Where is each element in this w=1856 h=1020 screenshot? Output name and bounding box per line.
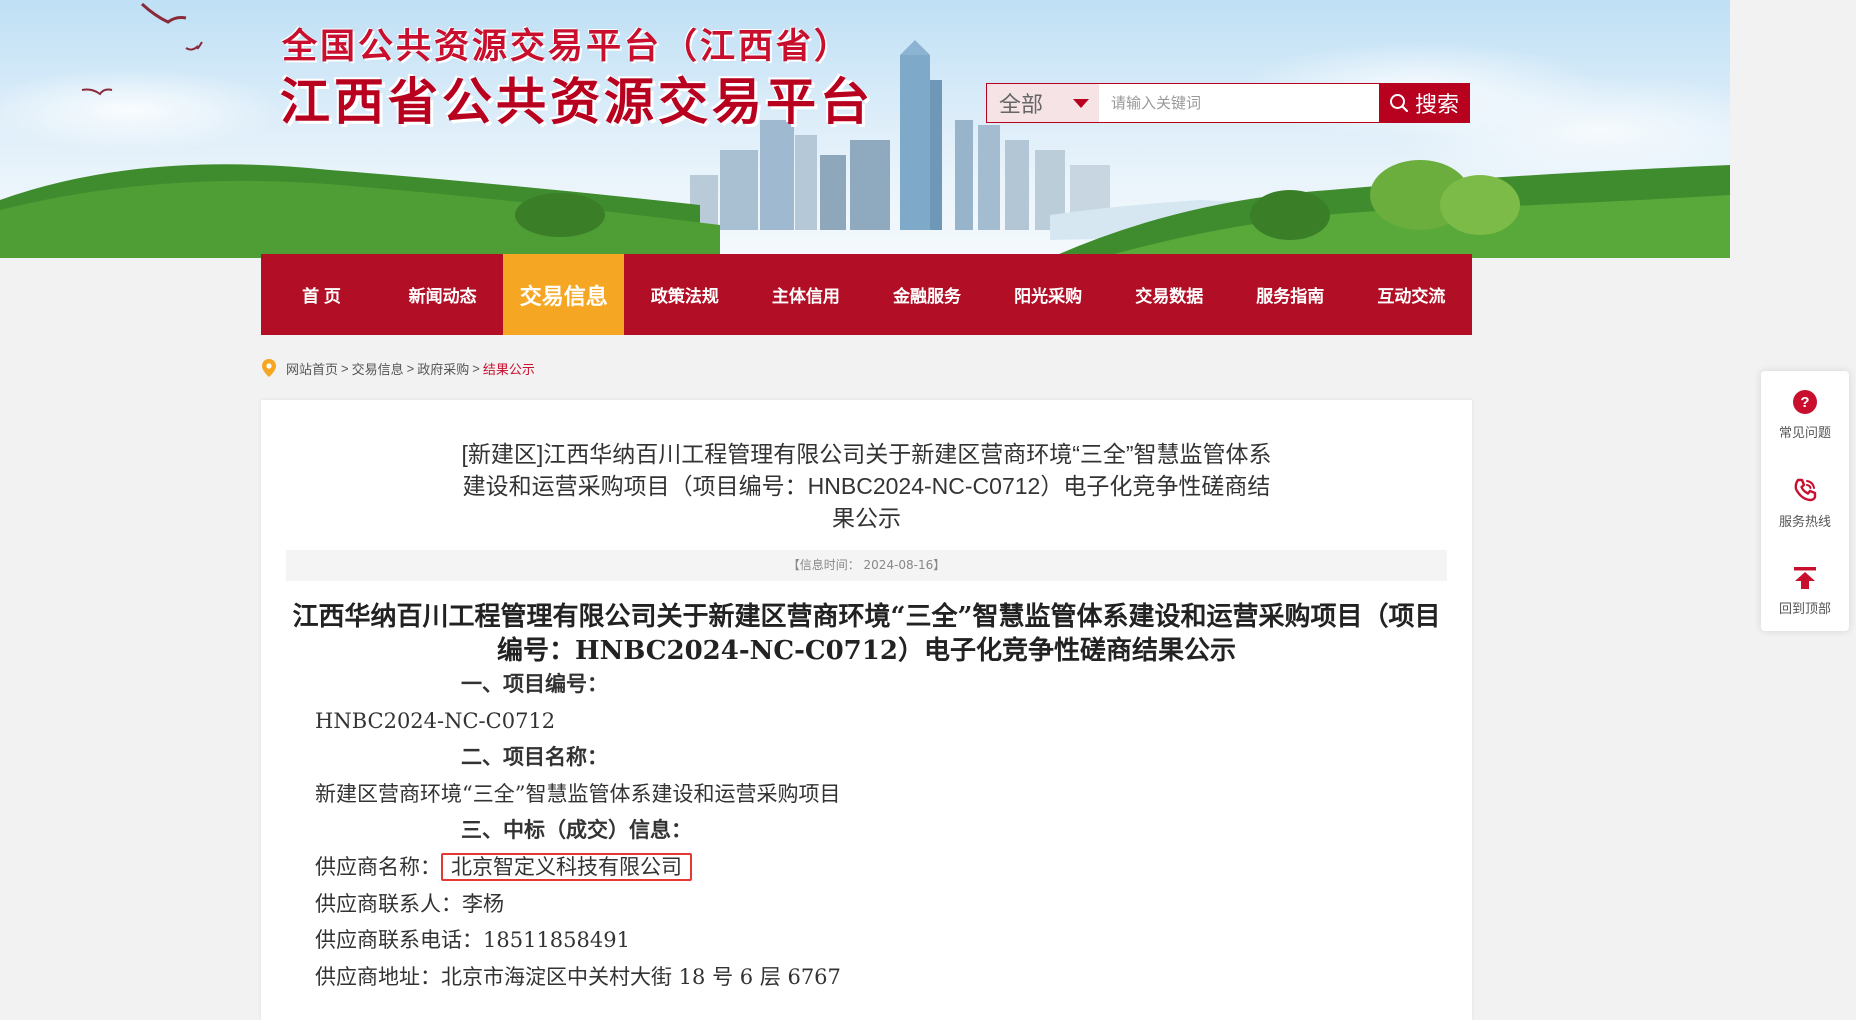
nav-item-home[interactable]: 首 页 <box>261 254 382 335</box>
hotline-label: 服务热线 <box>1778 514 1831 529</box>
nav-item-policy[interactable]: 政策法规 <box>624 254 745 335</box>
nav-item-news[interactable]: 新闻动态 <box>382 254 503 335</box>
article-card: [新建区]江西华纳百川工程管理有限公司关于新建区营商环境“三全”智慧监管体系建设… <box>261 400 1472 1020</box>
nav-item-trade-data[interactable]: 交易数据 <box>1109 254 1230 335</box>
supplier-contact-row: 供应商联系人：李杨 <box>315 886 1432 923</box>
back-to-top-button[interactable]: 回到顶部 <box>1761 547 1849 635</box>
header-banner: 全国公共资源交易平台（江西省） 江西省公共资源交易平台 全部 搜索 <box>0 0 1730 258</box>
supplier-phone-label: 供应商联系电话： <box>315 928 483 953</box>
faq-label: 常见问题 <box>1778 425 1831 440</box>
nav-item-trade-info[interactable]: 交易信息 <box>503 254 625 335</box>
breadcrumb-current: 结果公示 <box>482 361 535 377</box>
breadcrumb-separator: > <box>472 360 480 376</box>
breadcrumb: 网站首页 > 交易信息 > 政府采购 > 结果公示 <box>262 357 535 379</box>
breadcrumb-trade-info[interactable]: 交易信息 <box>352 359 404 378</box>
caret-down-icon <box>1073 98 1089 108</box>
article-body: 一、项目编号： HNBC2024-NC-C0712 二、项目名称： 新建区营商环… <box>315 666 1432 995</box>
supplier-name-row: 供应商名称： 北京智定义科技有限公司 <box>315 849 1432 886</box>
search-input[interactable] <box>1099 84 1379 122</box>
project-number-value: HNBC2024-NC-C0712 <box>315 708 556 733</box>
birds-decoration <box>81 2 203 96</box>
search-scope-value: 全部 <box>999 92 1044 117</box>
search-bar: 全部 搜索 <box>986 83 1470 123</box>
info-time: 【信息时间： 2024-08-16】 <box>286 550 1447 581</box>
breadcrumb-separator: > <box>341 360 349 376</box>
nav-item-finance[interactable]: 金融服务 <box>866 254 987 335</box>
search-scope-select[interactable]: 全部 <box>987 84 1099 122</box>
document-title: [新建区]江西华纳百川工程管理有限公司关于新建区营商环境“三全”智慧监管体系建设… <box>461 441 1272 531</box>
supplier-phone-row: 供应商联系电话：18511858491 <box>315 922 1432 959</box>
svg-text:?: ? <box>1800 394 1809 411</box>
supplier-address-value: 北京市海淀区中关村大街 18 号 6 层 6767 <box>441 964 841 989</box>
faq-button[interactable]: ? 常见问题 <box>1761 371 1849 459</box>
main-nav: 首 页 新闻动态 交易信息 政策法规 主体信用 金融服务 阳光采购 交易数据 服… <box>261 254 1472 335</box>
location-pin-icon <box>262 359 276 377</box>
question-icon: ? <box>1793 390 1817 414</box>
phone-icon <box>1794 478 1817 502</box>
hotline-button[interactable]: 服务热线 <box>1761 459 1849 547</box>
section-project-number-heading: 一、项目编号： <box>461 671 608 696</box>
back-to-top-icon <box>1794 567 1816 589</box>
supplier-contact-value: 李杨 <box>462 891 504 916</box>
section-project-name-heading: 二、项目名称： <box>461 744 608 770</box>
supplier-name-label: 供应商名称： <box>315 854 441 879</box>
floating-toolbar: ? 常见问题 服务热线 回到顶部 <box>1761 371 1849 631</box>
search-button-label: 搜索 <box>1414 92 1459 117</box>
supplier-address-label: 供应商地址： <box>315 964 441 989</box>
platform-title: 江西省公共资源交易平台 <box>280 72 874 131</box>
project-name-value: 新建区营商环境“三全”智慧监管体系建设和运营采购项目 <box>315 781 841 806</box>
search-button[interactable]: 搜索 <box>1379 84 1469 122</box>
article-heading: 江西华纳百川工程管理有限公司关于新建区营商环境“三全”智慧监管体系建设和运营采购… <box>292 602 1441 666</box>
breadcrumb-gov-procurement[interactable]: 政府采购 <box>417 359 469 378</box>
supplier-name-highlight: 北京智定义科技有限公司 <box>441 852 692 881</box>
back-to-top-label: 回到顶部 <box>1778 601 1831 616</box>
search-icon <box>1389 94 1409 113</box>
breadcrumb-separator: > <box>406 360 415 376</box>
supplier-phone-value: 18511858491 <box>483 928 630 953</box>
section-award-info-heading: 三、中标（成交）信息： <box>461 817 692 843</box>
nav-item-credit[interactable]: 主体信用 <box>745 254 866 335</box>
supplier-address-row: 供应商地址：北京市海淀区中关村大街 18 号 6 层 6767 <box>315 959 1432 996</box>
nav-item-service-guide[interactable]: 服务指南 <box>1230 254 1351 335</box>
supplier-contact-label: 供应商联系人： <box>315 891 462 916</box>
breadcrumb-home[interactable]: 网站首页 <box>286 359 338 378</box>
nav-item-sunshine-procurement[interactable]: 阳光采购 <box>988 254 1109 335</box>
nav-item-interaction[interactable]: 互动交流 <box>1351 254 1472 335</box>
